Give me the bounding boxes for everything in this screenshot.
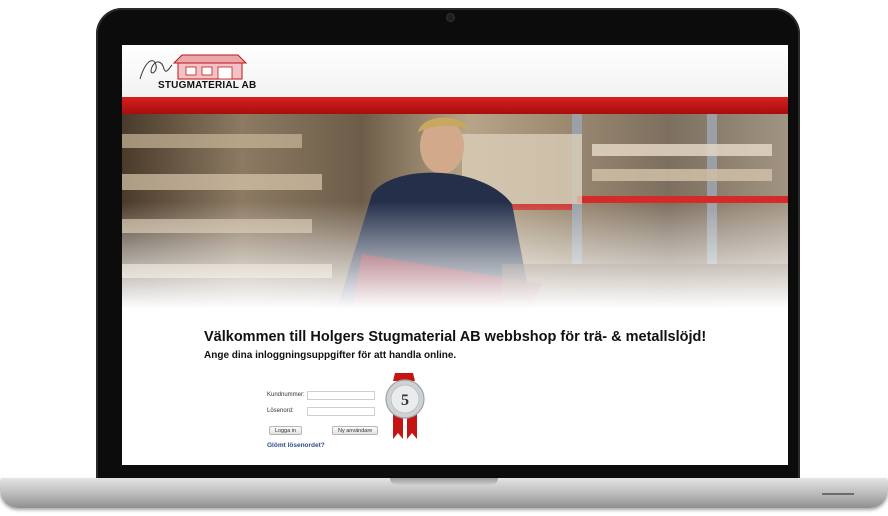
anniversary-badge-icon: 5: [385, 373, 425, 439]
welcome-heading: Välkommen till Holgers Stugmaterial AB w…: [204, 329, 707, 345]
login-instructions: Ange dina inloggningsuppgifter för att h…: [204, 350, 457, 361]
customer-number-label: Kundnummer:: [267, 392, 305, 398]
customer-number-input[interactable]: [307, 391, 375, 400]
laptop-indicator: [822, 493, 854, 495]
new-user-button[interactable]: Ny användare: [332, 426, 379, 435]
password-input[interactable]: [307, 407, 375, 416]
forgot-password-link[interactable]: Glömt lösenordet?: [267, 442, 325, 449]
login-button[interactable]: Logga in: [269, 426, 303, 435]
laptop-base: [0, 478, 888, 508]
browser-viewport: STUGMATERIAL AB Välkommen till Holgers S…: [122, 45, 788, 465]
header-red-band: [122, 97, 788, 114]
site-header: STUGMATERIAL AB: [122, 45, 788, 97]
laptop-notch: [390, 478, 498, 485]
hero-fade: [122, 114, 788, 309]
badge-number: 5: [401, 392, 409, 409]
brand-name: STUGMATERIAL AB: [158, 80, 257, 91]
password-label: Lösenord:: [267, 408, 294, 414]
camera-icon: [447, 14, 454, 21]
